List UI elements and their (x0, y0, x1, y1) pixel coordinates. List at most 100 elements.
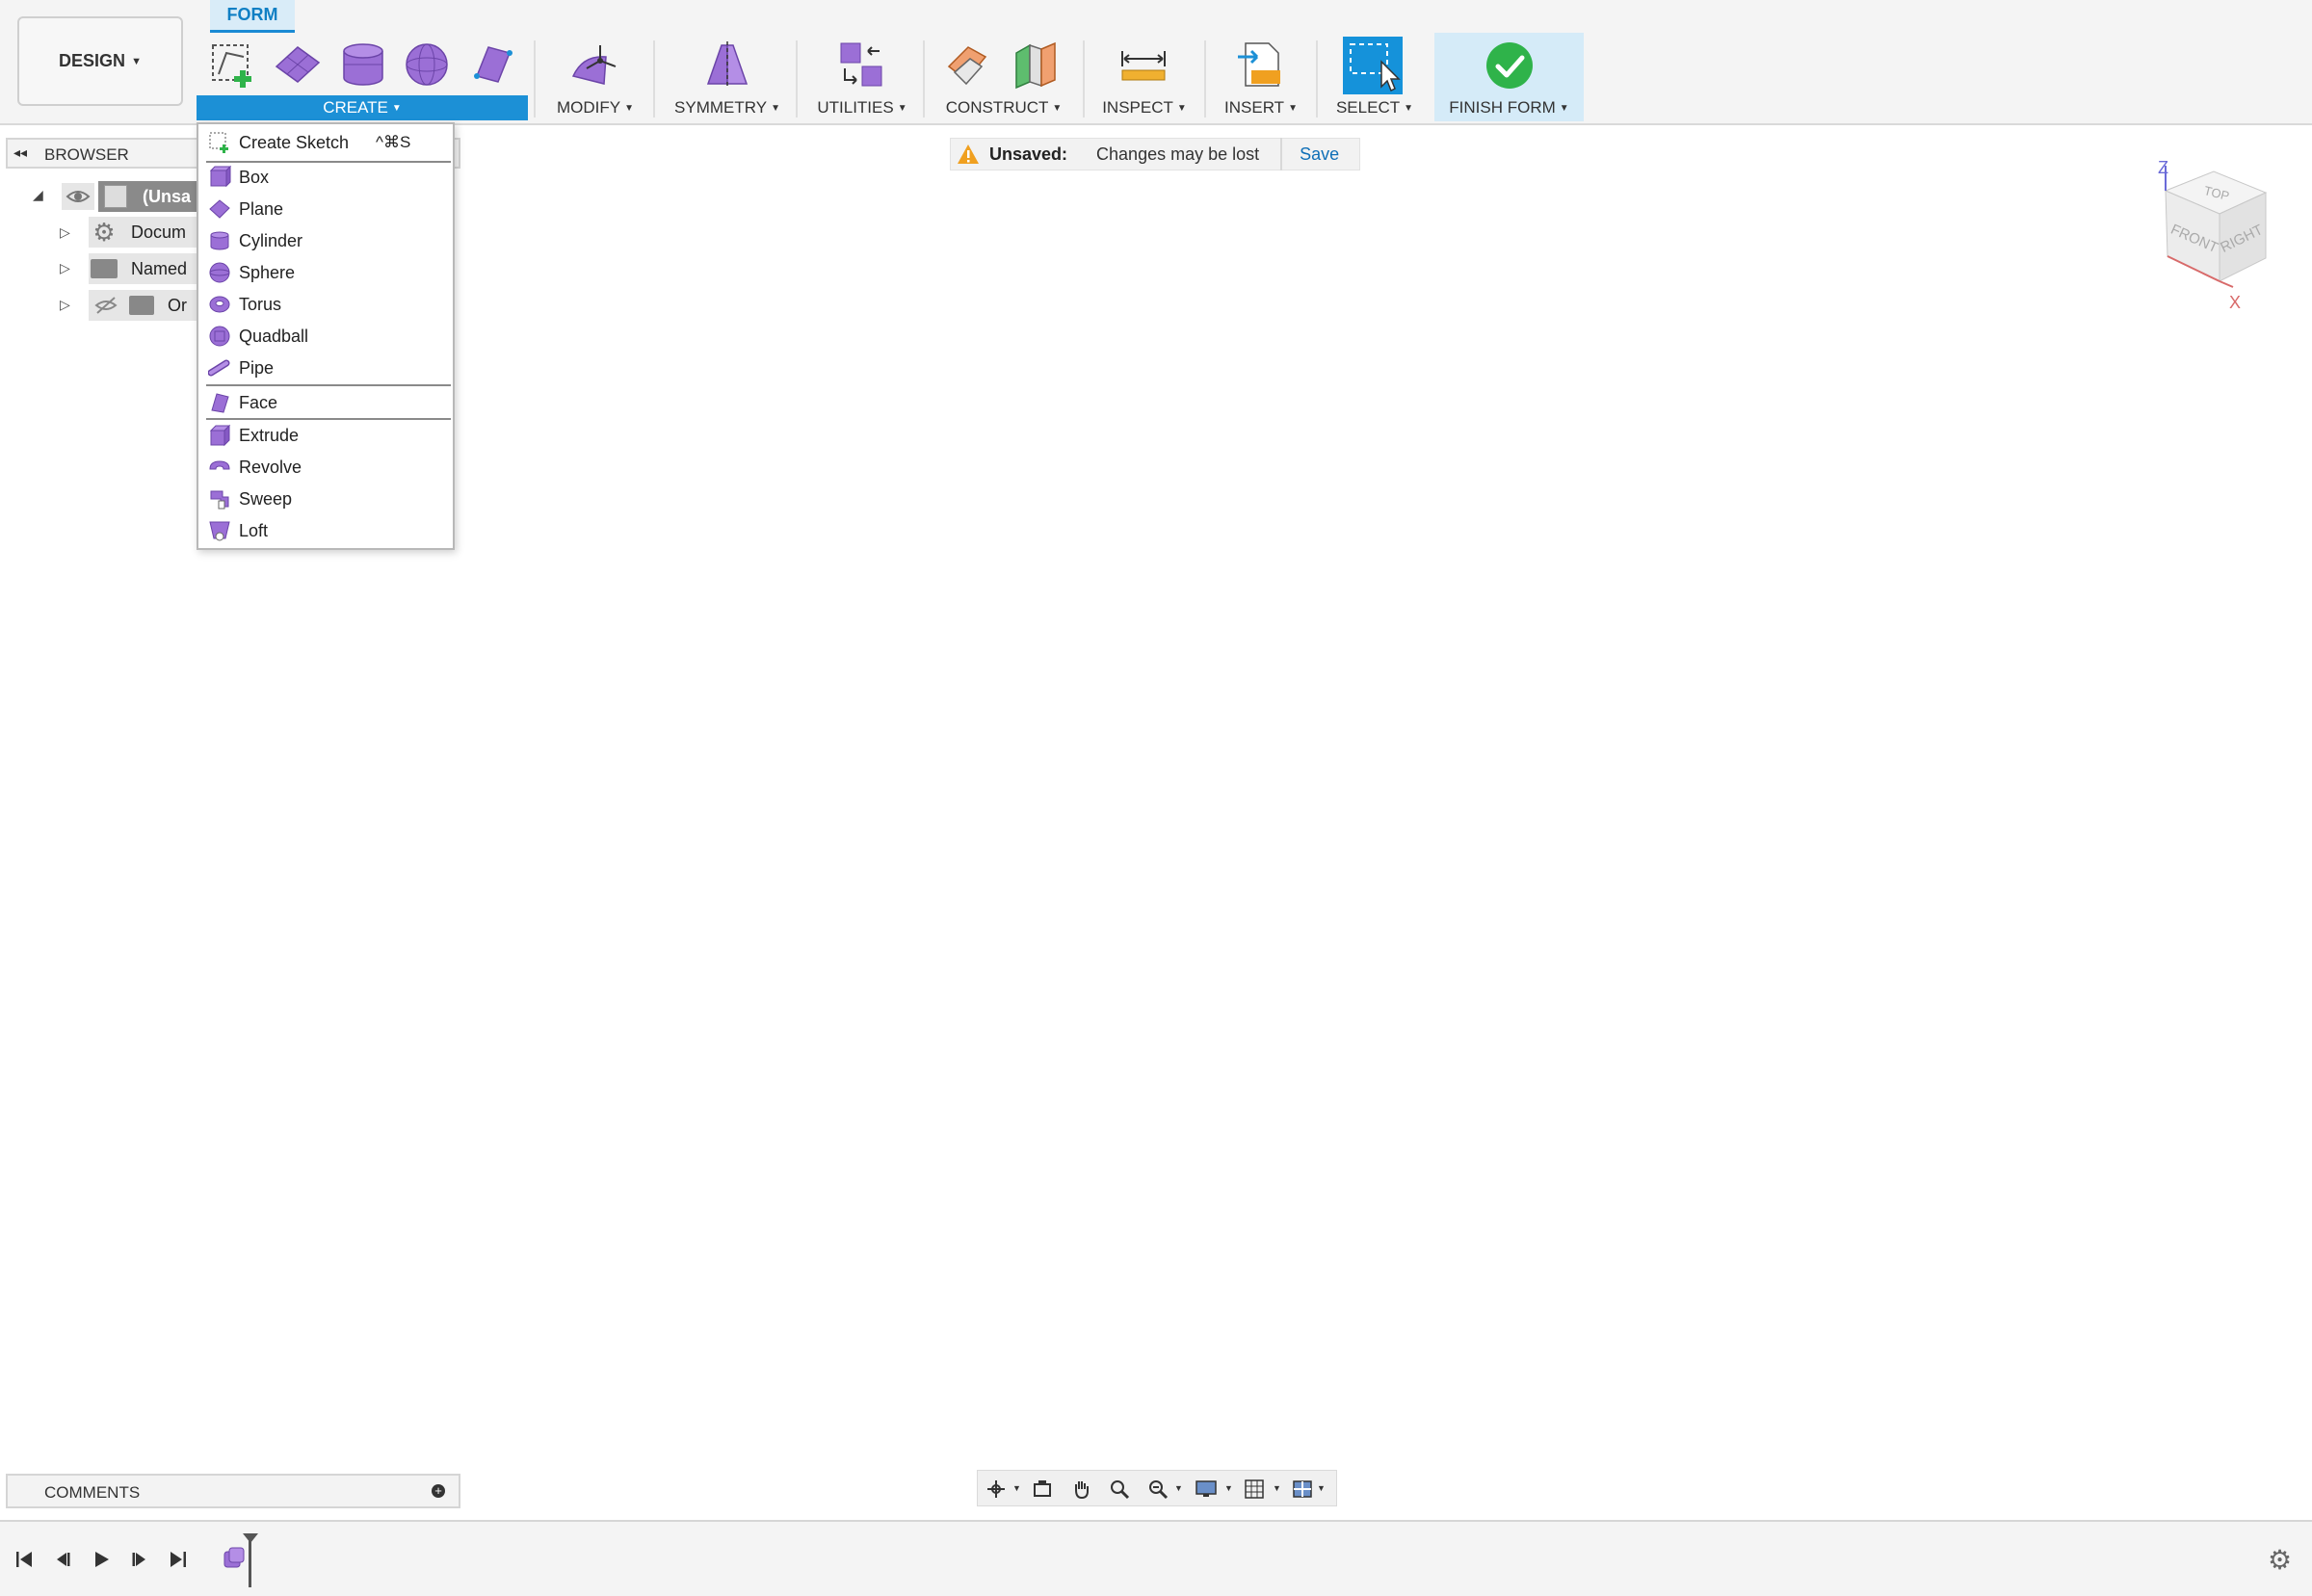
tree-item-label: Named (131, 258, 188, 278)
collapse-panel-icon[interactable]: ◂◂ (13, 144, 27, 161)
toolbar-divider (796, 40, 798, 118)
utilities-group-button[interactable]: UTILITIES ▼ (809, 95, 915, 120)
orbit-icon[interactable] (984, 1477, 1009, 1502)
quadball-icon (208, 325, 231, 348)
construct-plane-icon[interactable] (1006, 35, 1065, 94)
chevron-down-icon[interactable]: ▼ (1012, 1483, 1021, 1493)
workspace-switcher[interactable]: DESIGN ▼ (17, 16, 183, 106)
menu-item-extrude[interactable]: Extrude (202, 420, 449, 451)
comments-panel-header[interactable]: COMMENTS + (6, 1474, 460, 1508)
select-group-button[interactable]: SELECT ▼ (1329, 95, 1420, 120)
menu-item-revolve[interactable]: Revolve (202, 452, 449, 483)
utilities-icon[interactable] (832, 35, 892, 94)
select-group-label: SELECT (1335, 98, 1401, 117)
toolbar-divider (653, 40, 655, 118)
workspace-label: DESIGN (59, 51, 126, 70)
menu-item-sphere[interactable]: Sphere (202, 257, 449, 288)
menu-item-pipe[interactable]: Pipe (202, 353, 449, 383)
face-icon[interactable] (462, 35, 522, 94)
finish-form-label-wrap: FINISH FORM ▼ (1434, 95, 1584, 120)
extrude-icon (208, 424, 231, 447)
select-icon[interactable] (1343, 37, 1403, 94)
play-icon[interactable] (89, 1547, 114, 1572)
create-group-button[interactable]: CREATE ▼ (197, 95, 528, 120)
go-to-end-icon[interactable] (166, 1547, 191, 1572)
component-icon (104, 185, 127, 208)
tree-item-root[interactable]: (Unsa (98, 181, 204, 212)
symmetry-icon[interactable] (697, 35, 757, 94)
chevron-down-icon: ▼ (1404, 102, 1414, 114)
cylinder-icon (208, 229, 231, 252)
chevron-down-icon: ▼ (391, 102, 402, 114)
create-sketch-icon[interactable] (202, 35, 262, 94)
navigation-bar: ▼ ▼ ▼ ▼ ▼ (977, 1470, 1337, 1506)
folder-icon (91, 259, 118, 278)
chevron-down-icon[interactable]: ▼ (1273, 1483, 1281, 1493)
notice-title: Unsaved: (989, 144, 1068, 164)
create-sketch-icon (208, 131, 231, 154)
menu-item-label: Plane (239, 198, 284, 219)
chevron-down-icon[interactable]: ▼ (1224, 1483, 1233, 1493)
tab-form[interactable]: FORM (210, 0, 295, 33)
go-to-start-icon[interactable] (12, 1547, 37, 1572)
menu-separator (206, 384, 451, 386)
measure-icon[interactable] (1114, 35, 1173, 94)
axis-z-label: Z (2158, 158, 2168, 177)
finish-form-button[interactable]: FINISH FORM ▼ (1434, 33, 1584, 121)
menu-item-loft[interactable]: Loft (202, 515, 449, 546)
menu-item-label: Extrude (239, 425, 300, 445)
timeline-marker[interactable] (249, 1537, 251, 1587)
plane-icon[interactable] (268, 35, 328, 94)
menu-item-plane[interactable]: Plane (202, 194, 449, 224)
toolbar-divider (1316, 40, 1318, 118)
menu-item-sweep[interactable]: Sweep (202, 484, 449, 514)
inspect-group-button[interactable]: INSPECT ▼ (1094, 95, 1195, 120)
zoom-icon[interactable] (1107, 1477, 1132, 1502)
symmetry-group-button[interactable]: SYMMETRY ▼ (669, 95, 786, 120)
gear-icon[interactable]: ⚙ (2268, 1547, 2295, 1574)
step-forward-icon[interactable] (127, 1547, 152, 1572)
viewports-icon[interactable] (1290, 1477, 1315, 1502)
menu-item-face[interactable]: Face (202, 387, 449, 418)
modify-icon[interactable] (565, 35, 624, 94)
construct-offset-plane-icon[interactable] (940, 35, 1000, 94)
view-cube[interactable]: TOP FRONT RIGHT Z X (2137, 154, 2281, 318)
chevron-down-icon: ▼ (771, 102, 780, 114)
menu-item-box[interactable]: Box (202, 162, 449, 193)
step-back-icon[interactable] (50, 1547, 75, 1572)
menu-item-torus[interactable]: Torus (202, 289, 449, 320)
save-link[interactable]: Save (1300, 144, 1339, 165)
chevron-down-icon[interactable]: ▼ (1174, 1483, 1183, 1493)
tree-expand-icon[interactable]: ▷ (60, 260, 70, 276)
hidden-eye-icon[interactable] (92, 296, 119, 315)
menu-item-create-sketch[interactable]: Create Sketch ^⌘S (202, 127, 449, 158)
notice-divider (1280, 138, 1283, 170)
chevron-down-icon: ▼ (897, 102, 907, 114)
insert-svg-icon[interactable] (1231, 35, 1291, 94)
insert-group-button[interactable]: INSERT ▼ (1216, 95, 1306, 120)
pan-hand-icon[interactable] (1068, 1477, 1093, 1502)
grid-settings-icon[interactable] (1242, 1477, 1267, 1502)
add-comment-icon[interactable]: + (432, 1484, 445, 1498)
modify-group-button[interactable]: MODIFY ▼ (545, 95, 645, 120)
tree-item-named-views[interactable]: Named (89, 253, 202, 284)
sphere-icon[interactable] (397, 35, 457, 94)
zoom-window-icon[interactable] (1145, 1477, 1170, 1502)
form-feature-icon[interactable] (220, 1543, 249, 1572)
tree-item-origin[interactable]: Or (89, 290, 202, 321)
cylinder-icon[interactable] (333, 35, 393, 94)
chevron-down-icon: ▼ (1559, 102, 1569, 114)
tree-expand-icon[interactable]: ▷ (60, 224, 70, 241)
tree-expand-icon[interactable]: ▷ (60, 297, 70, 313)
tree-item-document-settings[interactable]: ⚙ Docum (89, 217, 202, 248)
visibility-eye-icon[interactable] (62, 183, 94, 210)
construct-group-button[interactable]: CONSTRUCT ▼ (936, 95, 1071, 120)
display-settings-icon[interactable] (1194, 1477, 1219, 1502)
chevron-down-icon[interactable]: ▼ (1317, 1483, 1326, 1493)
timeline-marker-head[interactable] (243, 1533, 258, 1543)
look-at-icon[interactable] (1030, 1477, 1055, 1502)
finish-form-label: FINISH FORM (1449, 98, 1556, 117)
menu-item-quadball[interactable]: Quadball (202, 321, 449, 352)
tree-expand-icon[interactable]: ◢ (33, 187, 43, 203)
menu-item-cylinder[interactable]: Cylinder (202, 225, 449, 256)
